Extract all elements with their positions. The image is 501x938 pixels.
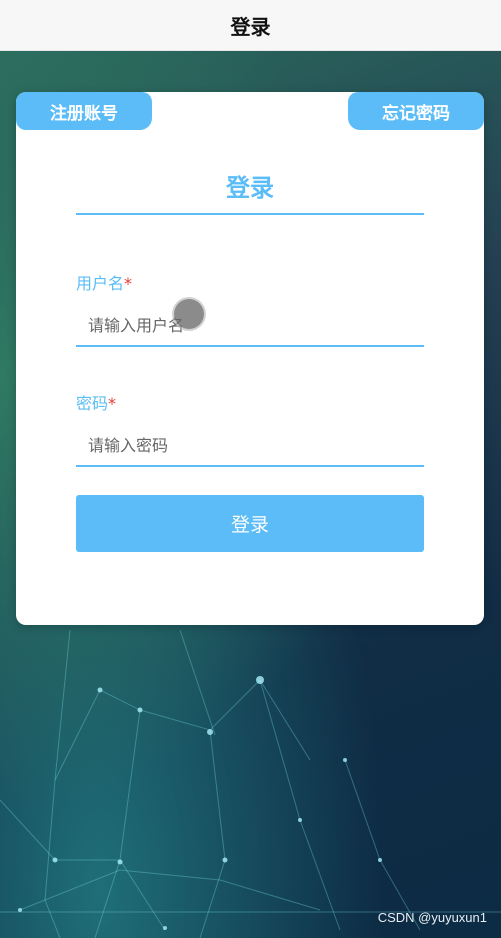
password-input[interactable]: [76, 425, 424, 467]
title-divider: [76, 213, 424, 215]
register-account-button[interactable]: 注册账号: [16, 92, 152, 130]
required-marker: *: [124, 274, 133, 293]
watermark-text: CSDN @yuyuxun1: [377, 910, 487, 925]
username-label-text: 用户名: [76, 274, 125, 293]
page-title: 登录: [230, 14, 271, 39]
password-label: 密码*: [76, 390, 116, 414]
username-input[interactable]: [76, 305, 424, 347]
login-button[interactable]: 登录: [76, 495, 424, 552]
username-label: 用户名*: [76, 270, 132, 294]
password-label-text: 密码: [76, 394, 109, 413]
header-bar: 登录: [0, 0, 501, 51]
login-card: 注册账号 忘记密码 登录 用户名* 密码* 登录: [16, 92, 484, 625]
required-marker: *: [108, 394, 117, 413]
touch-cursor-indicator: [174, 299, 204, 329]
form-title: 登录: [226, 174, 274, 202]
forgot-password-button[interactable]: 忘记密码: [348, 92, 484, 130]
